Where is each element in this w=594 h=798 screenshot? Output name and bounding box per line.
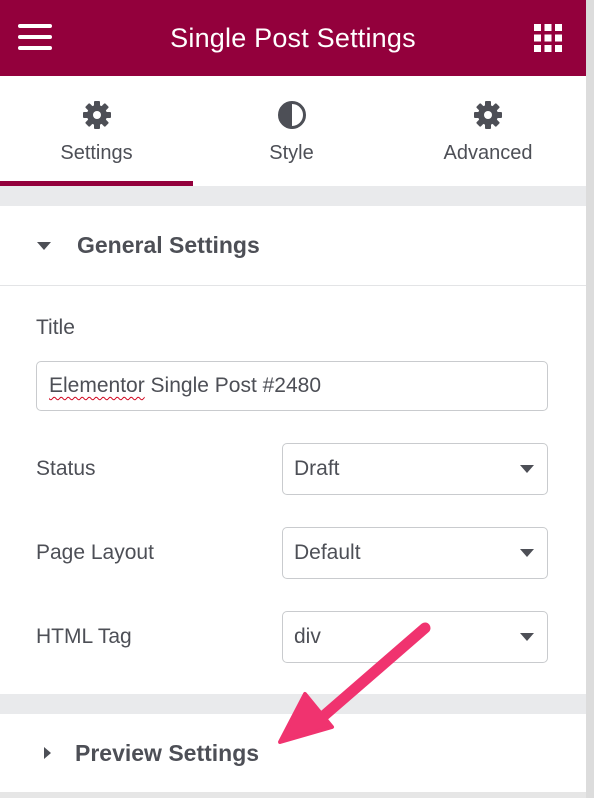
tab-advanced-label: Advanced [443,142,533,164]
panel-footer-edge [0,792,586,798]
gear-icon [82,100,112,130]
html-tag-value: div [294,625,321,648]
panel-title: Single Post Settings [170,22,416,53]
tab-settings[interactable]: Settings [0,76,193,186]
panel-header: Single Post Settings [0,0,586,76]
status-label: Status [36,457,96,480]
general-settings-section: General Settings Title Elementor Single … [0,206,586,694]
panel-edge [586,0,594,798]
section-divider [0,694,586,714]
page-layout-value: Default [294,541,361,564]
dropdown-arrow-icon [520,465,534,473]
tab-advanced[interactable]: Advanced [390,76,586,186]
misspelled-word: Elementor [49,374,145,397]
hamburger-icon[interactable] [18,24,52,50]
preview-settings-header[interactable]: Preview Settings [0,714,586,792]
dropdown-arrow-icon [520,549,534,557]
preview-settings-title: Preview Settings [75,739,260,766]
gear-icon [473,100,503,130]
dropdown-arrow-icon [520,633,534,641]
page-layout-select[interactable]: Default [282,527,548,579]
grid-icon[interactable] [534,24,562,52]
status-value: Draft [294,457,340,480]
caret-down-icon [37,241,51,250]
tab-style[interactable]: Style [193,76,390,186]
html-tag-select[interactable]: div [282,611,548,663]
status-select[interactable]: Draft [282,443,548,495]
title-label: Title [36,316,75,339]
general-settings-header[interactable]: General Settings [0,206,586,286]
half-circle-icon [277,100,307,130]
title-input-rest: Single Post #2480 [144,374,322,397]
section-divider [0,186,586,206]
page-layout-label: Page Layout [36,541,154,564]
general-settings-title: General Settings [77,232,260,258]
tab-settings-label: Settings [60,142,133,164]
tab-style-label: Style [269,142,314,164]
caret-right-icon [44,747,51,759]
tab-bar: Settings Style Advanced [0,76,586,186]
html-tag-label: HTML Tag [36,625,132,648]
title-input[interactable]: Elementor Single Post #2480 [36,361,548,411]
